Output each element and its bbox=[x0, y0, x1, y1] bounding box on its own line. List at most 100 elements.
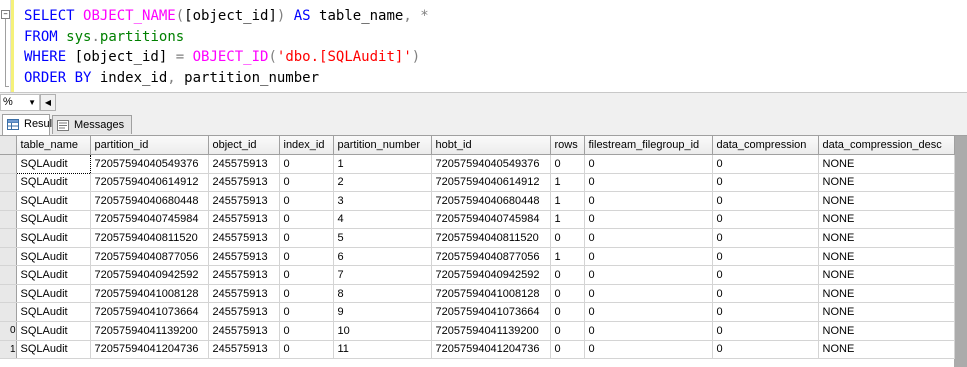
column-header[interactable]: partition_id bbox=[90, 136, 209, 156]
row-header[interactable]: 1 bbox=[0, 340, 17, 360]
table-cell[interactable]: SQLAudit bbox=[16, 210, 91, 230]
column-header[interactable]: data_compression_desc bbox=[818, 136, 955, 156]
table-row[interactable]: 0 SQLAudit 72057594041139200 245575913 0 10 72… bbox=[0, 321, 955, 341]
row-header[interactable] bbox=[0, 228, 17, 248]
table-cell[interactable]: 0 bbox=[584, 191, 713, 211]
table-cell[interactable]: SQLAudit bbox=[16, 284, 91, 304]
table-cell[interactable]: SQLAudit bbox=[15, 154, 91, 174]
table-cell[interactable]: 10 bbox=[333, 321, 432, 341]
table-cell[interactable]: NONE bbox=[818, 321, 955, 341]
table-cell[interactable]: 245575913 bbox=[208, 321, 280, 341]
table-cell[interactable]: 0 bbox=[279, 265, 334, 285]
table-cell[interactable]: 0 bbox=[279, 321, 334, 341]
table-cell[interactable]: 72057594041139200 bbox=[431, 321, 551, 341]
column-header[interactable]: rows bbox=[550, 136, 585, 156]
table-cell[interactable]: 0 bbox=[584, 321, 713, 341]
tab-messages[interactable]: Messages bbox=[52, 115, 132, 134]
zoom-select[interactable]: % ▼ bbox=[0, 94, 40, 111]
table-cell[interactable]: 72057594040942592 bbox=[431, 265, 551, 285]
table-cell[interactable]: 0 bbox=[712, 154, 819, 174]
table-row[interactable]: SQLAudit 72057594040942592 245575913 0 7 7205… bbox=[0, 265, 955, 285]
table-cell[interactable]: 72057594041073664 bbox=[90, 302, 209, 322]
tab-results[interactable]: Results bbox=[2, 114, 61, 135]
table-cell[interactable]: 0 bbox=[584, 340, 713, 360]
table-cell[interactable]: 0 bbox=[584, 173, 713, 193]
table-cell[interactable]: 0 bbox=[584, 154, 713, 174]
table-cell[interactable]: NONE bbox=[818, 191, 955, 211]
table-cell[interactable]: 1 bbox=[550, 191, 585, 211]
results-grid[interactable]: table_name partition_id object_id index_… bbox=[0, 136, 967, 367]
table-cell[interactable]: 8 bbox=[333, 284, 432, 304]
row-header[interactable]: 0 bbox=[0, 321, 17, 341]
table-cell[interactable]: 0 bbox=[584, 302, 713, 322]
table-cell[interactable]: 7 bbox=[333, 265, 432, 285]
column-header[interactable]: partition_number bbox=[333, 136, 432, 156]
sql-editor[interactable]: − SELECT OBJECT_NAME([object_id]) AS tab… bbox=[0, 0, 967, 92]
table-cell[interactable]: 0 bbox=[712, 284, 819, 304]
table-row[interactable]: SQLAudit 72057594040680448 245575913 0 3 7205… bbox=[0, 191, 955, 211]
table-cell[interactable]: 72057594041204736 bbox=[90, 340, 209, 360]
table-cell[interactable]: NONE bbox=[818, 265, 955, 285]
table-cell[interactable]: 0 bbox=[279, 228, 334, 248]
table-cell[interactable]: 72057594041008128 bbox=[90, 284, 209, 304]
table-cell[interactable]: 245575913 bbox=[208, 191, 280, 211]
table-cell[interactable]: 6 bbox=[333, 247, 432, 267]
table-cell[interactable]: SQLAudit bbox=[16, 265, 91, 285]
table-cell[interactable]: 245575913 bbox=[208, 173, 280, 193]
row-header[interactable] bbox=[0, 191, 17, 211]
table-cell[interactable]: 0 bbox=[584, 284, 713, 304]
table-cell[interactable]: 72057594040614912 bbox=[431, 173, 551, 193]
table-cell[interactable]: 0 bbox=[279, 302, 334, 322]
table-cell[interactable]: 0 bbox=[550, 154, 585, 174]
corner-cell[interactable] bbox=[0, 136, 17, 156]
table-cell[interactable]: 0 bbox=[279, 173, 334, 193]
table-cell[interactable]: 245575913 bbox=[208, 247, 280, 267]
table-cell[interactable]: 1 bbox=[333, 154, 432, 174]
table-cell[interactable]: 72057594041204736 bbox=[431, 340, 551, 360]
table-cell[interactable]: 72057594040811520 bbox=[431, 228, 551, 248]
table-cell[interactable]: NONE bbox=[818, 284, 955, 304]
table-cell[interactable]: 9 bbox=[333, 302, 432, 322]
table-cell[interactable]: 72057594040614912 bbox=[90, 173, 209, 193]
table-cell[interactable]: 0 bbox=[550, 340, 585, 360]
table-cell[interactable]: 245575913 bbox=[208, 340, 280, 360]
table-cell[interactable]: 0 bbox=[279, 247, 334, 267]
column-header[interactable]: index_id bbox=[279, 136, 334, 156]
table-cell[interactable]: 245575913 bbox=[208, 210, 280, 230]
table-cell[interactable]: 245575913 bbox=[208, 154, 280, 174]
table-cell[interactable]: NONE bbox=[818, 302, 955, 322]
collapse-icon[interactable]: − bbox=[1, 10, 10, 19]
chevron-down-icon[interactable]: ▼ bbox=[28, 95, 36, 110]
row-header[interactable] bbox=[0, 173, 17, 193]
table-cell[interactable]: 72057594040811520 bbox=[90, 228, 209, 248]
table-cell[interactable]: 3 bbox=[333, 191, 432, 211]
table-cell[interactable]: 72057594041008128 bbox=[431, 284, 551, 304]
table-cell[interactable]: SQLAudit bbox=[16, 302, 91, 322]
table-row[interactable]: 1 SQLAudit 72057594041204736 245575913 0 11 72… bbox=[0, 340, 955, 360]
row-header[interactable] bbox=[0, 265, 17, 285]
table-row[interactable]: SQLAudit 72057594040745984 245575913 0 4 7205… bbox=[0, 210, 955, 230]
table-cell[interactable]: 72057594040549376 bbox=[431, 154, 551, 174]
table-cell[interactable]: NONE bbox=[818, 247, 955, 267]
table-cell[interactable]: 72057594040680448 bbox=[90, 191, 209, 211]
row-header[interactable] bbox=[0, 247, 17, 267]
table-cell[interactable]: 72057594040745984 bbox=[90, 210, 209, 230]
column-header[interactable]: object_id bbox=[208, 136, 280, 156]
row-header[interactable] bbox=[0, 302, 17, 322]
table-cell[interactable]: 0 bbox=[550, 321, 585, 341]
row-header[interactable] bbox=[0, 284, 17, 304]
table-cell[interactable]: 0 bbox=[584, 228, 713, 248]
table-cell[interactable]: 0 bbox=[550, 228, 585, 248]
table-cell[interactable]: 0 bbox=[279, 340, 334, 360]
table-cell[interactable]: 0 bbox=[712, 340, 819, 360]
table-cell[interactable]: 245575913 bbox=[208, 284, 280, 304]
row-header[interactable] bbox=[0, 210, 17, 230]
table-cell[interactable]: 72057594040745984 bbox=[431, 210, 551, 230]
column-header[interactable]: data_compression bbox=[712, 136, 819, 156]
table-cell[interactable]: 11 bbox=[333, 340, 432, 360]
table-row[interactable]: SQLAudit 72057594040549376 245575913 0 1 7205… bbox=[0, 154, 955, 174]
table-cell[interactable]: 72057594040942592 bbox=[90, 265, 209, 285]
table-cell[interactable]: 72057594040549376 bbox=[90, 154, 209, 174]
table-cell[interactable]: 245575913 bbox=[208, 228, 280, 248]
row-header[interactable] bbox=[0, 154, 17, 174]
